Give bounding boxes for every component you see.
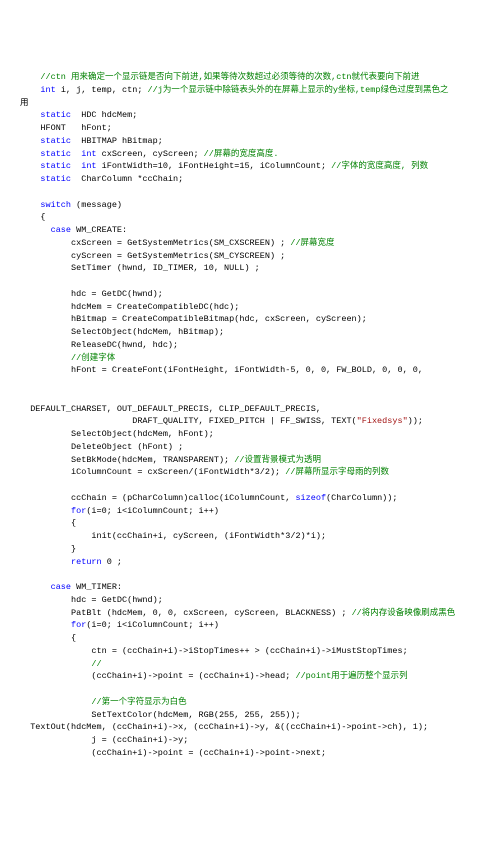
code-token: iFontWidth=10, iFontHeight=15, iColumnCo… [97,161,332,171]
code-token: cxScreen, cyScreen; [97,149,204,159]
code-token: TextOut(hdcMem, (ccChain+i)->x, (ccChain… [30,722,428,732]
code-token: //第一个字符显示为白色 [91,697,186,707]
code-token: j = (ccChain+i)->y; [91,735,188,745]
code-token: hFont = CreateFont(iFontHeight, iFontWid… [71,365,423,375]
code-token: DEFAULT_CHARSET, OUT_DEFAULT_PRECIS, CLI… [30,404,321,414]
code-token: (i=0; i<iColumnCount; i++) [86,620,219,630]
code-token: 0 ; [102,557,122,567]
code-token: //创建字体 [71,353,115,363]
code-token: { [40,212,45,222]
code-token: WM_CREATE: [71,225,127,235]
code-token: hdc = GetDC(hwnd); [71,595,163,605]
code-token: //将内存设备映像刷成黑色 [352,608,456,618]
code-token: SetTextColor(hdcMem, RGB(255, 255, 255))… [91,710,300,720]
code-token: static [40,136,71,146]
code-token: PatBlt (hdcMem, 0, 0, cxScreen, cyScreen… [71,608,352,618]
code-token: //point用于遍历整个显示列 [295,671,407,681]
code-token: SelectObject(hdcMem, hFont); [71,429,214,439]
code-token: HDC hdcMem; [71,110,137,120]
code-token: { [71,518,76,528]
code-token: 用 [20,98,29,108]
code-token: HBITMAP hBitmap; [71,136,163,146]
code-token: static [40,110,71,120]
code-token: "Fixedsys" [357,416,408,426]
code-token: CharColumn *ccChain; [71,174,183,184]
code-token: (ccChain+i)->point = (ccChain+i)->point-… [91,748,326,758]
code-token: WM_TIMER: [71,582,122,592]
code-token: //ctn 用来确定一个显示链是否向下前进,如果等待次数超过必须等待的次数,ct… [40,72,419,82]
code-token: { [71,633,76,643]
code-token: hdc = GetDC(hwnd); [71,289,163,299]
code-token: SetBkMode(hdcMem, TRANSPARENT); [71,455,234,465]
code-token: } [71,544,76,554]
code-token: case [51,225,71,235]
code-token: ccChain = (pCharColumn)calloc(iColumnCou… [71,493,295,503]
code-token: (CharColumn)); [326,493,397,503]
code-token: DeleteObject (hFont) ; [71,442,183,452]
code-token: static [40,161,71,171]
code-token: for [71,620,86,630]
code-token: static [40,174,71,184]
code-token: SelectObject(hdcMem, hBitmap); [71,327,224,337]
code-token: static [40,149,71,159]
code-token [71,161,81,171]
code-token: //屏幕宽度 [290,238,334,248]
code-token: iColumnCount = cxScreen/(iFontWidth*3/2)… [71,467,285,477]
code-token: switch [40,200,71,210]
code-token: for [71,506,86,516]
code-token: (ccChain+i)->point = (ccChain+i)->head; [91,671,295,681]
code-token: //屏幕的宽度高度. [204,149,279,159]
code-token: SetTimer (hwnd, ID_TIMER, 10, NULL) ; [71,263,260,273]
code-token: sizeof [295,493,326,503]
code-token: int [40,85,55,95]
code-token: (message) [71,200,122,210]
code-token: cyScreen = GetSystemMetrics(SM_CYSCREEN)… [71,251,285,261]
code-token: //设置背景模式为透明 [234,455,321,465]
code-token: ReleaseDC(hwnd, hdc); [71,340,178,350]
code-token: )); [408,416,423,426]
code-token: //屏幕所显示字母雨的列数 [285,467,389,477]
code-token: int [81,161,96,171]
code-token: DRAFT_QUALITY, FIXED_PITCH | FF_SWISS, T… [132,416,356,426]
code-token [71,149,81,159]
code-token: //字体的宽度高度, 列数 [331,161,428,171]
code-token: case [51,582,71,592]
code-token: int [81,149,96,159]
code-token: //j为一个显示链中除链表头外的在屏幕上显示的y坐标,temp绿色过度到黑色之 [148,85,449,95]
code-token: // [91,659,101,669]
code-token: i, j, temp, ctn; [56,85,148,95]
code-token: hBitmap = CreateCompatibleBitmap(hdc, cx… [71,314,367,324]
code-token: (i=0; i<iColumnCount; i++) [86,506,219,516]
code-token: HFONT hFont; [40,123,111,133]
code-block: //ctn 用来确定一个显示链是否向下前进,如果等待次数超过必须等待的次数,ct… [20,71,480,760]
code-token: hdcMem = CreateCompatibleDC(hdc); [71,302,239,312]
code-token: ctn = (ccChain+i)->iStopTimes++ > (ccCha… [91,646,407,656]
code-token: init(ccChain+i, cyScreen, (iFontWidth*3/… [91,531,326,541]
code-token: cxScreen = GetSystemMetrics(SM_CXSCREEN)… [71,238,290,248]
code-token: return [71,557,102,567]
